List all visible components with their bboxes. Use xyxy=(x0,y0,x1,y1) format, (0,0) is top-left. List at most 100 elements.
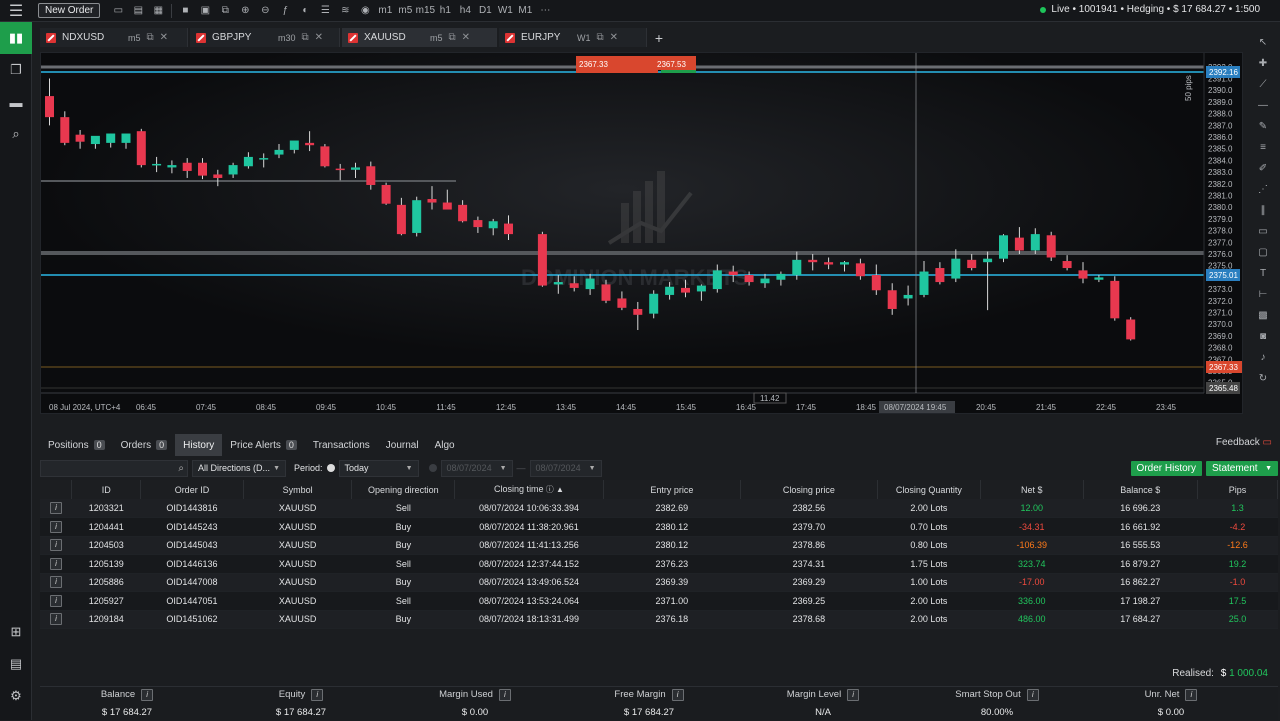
layout-icon[interactable]: ▤ xyxy=(128,1,148,21)
horizontal-line-icon[interactable]: — xyxy=(1250,95,1276,116)
timeframe-mn1-icon[interactable]: M1 xyxy=(515,1,535,21)
tab-algo[interactable]: Algo xyxy=(427,434,463,456)
chart-tab-xauusd[interactable]: XAUUSD m5 ⧉ ✕ xyxy=(342,28,497,47)
add-tab-icon[interactable]: + xyxy=(649,28,669,47)
close-icon[interactable]: ✕ xyxy=(315,32,323,43)
column-header[interactable]: Balance $ xyxy=(1083,480,1198,499)
channel-icon[interactable]: ∥ xyxy=(1250,200,1276,221)
info-icon[interactable]: i xyxy=(498,689,511,701)
color-theme-icon[interactable]: ◐ xyxy=(295,1,315,21)
tab-transactions[interactable]: Transactions xyxy=(305,434,378,456)
pattern-icon[interactable]: ⋰ xyxy=(1250,179,1276,200)
tab-history[interactable]: History xyxy=(175,434,223,456)
column-header[interactable]: Closing time ⓘ ▲ xyxy=(454,480,604,499)
tab-orders[interactable]: Orders 0 xyxy=(113,434,176,456)
table-row[interactable]: i 1205139 OID1446136 XAUUSD Sell 08/07/2024 1… xyxy=(40,554,1278,574)
settings-gear-icon[interactable]: ⚙ xyxy=(0,680,32,712)
info-icon[interactable]: i xyxy=(141,689,154,701)
table-row[interactable]: i 1204441 OID1445243 XAUUSD Buy 08/07/2024 11… xyxy=(40,517,1278,537)
copy-icon[interactable]: ❐ xyxy=(0,54,32,86)
timeframe-d1-icon[interactable]: D1 xyxy=(475,1,495,21)
multi-chart-icon[interactable]: ▣ xyxy=(195,1,215,21)
crosshair-icon[interactable]: ✚ xyxy=(1250,53,1276,74)
close-icon[interactable]: ✕ xyxy=(160,32,168,43)
info-icon[interactable]: i xyxy=(49,576,62,589)
table-row[interactable]: i 1204503 OID1445043 XAUUSD Buy 08/07/2024 11… xyxy=(40,536,1278,555)
search-input[interactable]: ⌕ xyxy=(40,459,188,477)
price-chart[interactable]: DOMINION MARKETS 2392.02391.02390.02389.… xyxy=(40,52,1244,428)
column-header[interactable]: ID xyxy=(71,480,142,499)
tab-price-alerts[interactable]: Price Alerts 0 xyxy=(222,434,305,456)
column-header[interactable]: Opening direction xyxy=(351,480,456,499)
text-icon[interactable]: T xyxy=(1250,263,1276,284)
order-history-button[interactable]: Order History xyxy=(1130,460,1202,476)
tab-timeframe[interactable]: m5 xyxy=(128,33,141,43)
info-icon[interactable]: i xyxy=(847,689,860,701)
tab-journal[interactable]: Journal xyxy=(378,434,427,456)
column-header[interactable]: Entry price xyxy=(603,480,741,499)
column-header[interactable]: Closing price xyxy=(740,480,878,499)
info-icon[interactable]: i xyxy=(1026,689,1039,701)
timeframe-m15-icon[interactable]: m15 xyxy=(415,1,435,21)
column-header[interactable]: Order ID xyxy=(140,480,244,499)
direction-select[interactable]: All Directions (D... ▼ xyxy=(192,459,286,477)
pencil-icon[interactable]: ✎ xyxy=(1250,116,1276,137)
info-icon[interactable]: i xyxy=(1185,689,1198,701)
date-from-select[interactable]: 08/07/2024 ▼ xyxy=(440,459,513,477)
timeframe-m1-icon[interactable]: m1 xyxy=(375,1,395,21)
measure-icon[interactable]: ⊢ xyxy=(1250,284,1276,305)
popout-icon[interactable]: ⧉ xyxy=(449,32,456,43)
briefcase-icon[interactable]: ▬ xyxy=(0,86,32,118)
hamburger-menu-icon[interactable]: ☰ xyxy=(0,0,32,22)
info-icon[interactable]: i xyxy=(49,539,62,552)
new-order-button[interactable]: New Order xyxy=(38,3,101,18)
chart-tab-gbpjpy[interactable]: GBPJPY m30 ⧉ ✕ xyxy=(190,28,340,47)
wallet-icon[interactable]: ▤ xyxy=(0,648,32,680)
table-row[interactable]: i 1209184 OID1451062 XAUUSD Buy 08/07/2024 18… xyxy=(40,610,1278,629)
bell-icon[interactable]: ♪ xyxy=(1250,347,1276,368)
camera-icon[interactable]: ◙ xyxy=(1250,326,1276,347)
column-header[interactable]: Closing Quantity xyxy=(877,480,981,499)
info-icon[interactable]: i xyxy=(49,594,62,607)
period-select[interactable]: Today ▼ xyxy=(338,459,419,477)
info-icon[interactable]: i xyxy=(49,520,62,533)
table-row[interactable]: i 1203321 OID1443816 XAUUSD Sell 08/07/2024 1… xyxy=(40,499,1278,518)
comment-icon[interactable]: ▢ xyxy=(1250,242,1276,263)
unpin-icon[interactable] xyxy=(505,32,515,43)
unpin-icon[interactable] xyxy=(348,32,358,43)
info-icon[interactable]: i xyxy=(671,689,684,701)
unpin-icon[interactable] xyxy=(196,32,206,43)
column-header[interactable]: Symbol xyxy=(243,480,353,499)
info-icon[interactable]: i xyxy=(49,613,62,626)
single-chart-icon[interactable]: ■ xyxy=(175,1,195,21)
timeframe-w1-icon[interactable]: W1 xyxy=(495,1,515,21)
period-radio[interactable]: Period: xyxy=(294,463,335,473)
unpin-icon[interactable] xyxy=(46,32,56,43)
table-row[interactable]: i 1205927 OID1447051 XAUUSD Sell 08/07/2024 1… xyxy=(40,591,1278,611)
popout-icon[interactable]: ⧉ xyxy=(147,32,154,43)
analyze-search-icon[interactable]: ⌕ xyxy=(0,118,32,150)
popout-icon[interactable]: ⧉ xyxy=(597,32,604,43)
trendline-icon[interactable]: ⟋ xyxy=(1250,74,1276,95)
fibonacci-icon[interactable]: ≡ xyxy=(1250,137,1276,158)
chart-tab-eurjpy[interactable]: EURJPY W1 ⧉ ✕ xyxy=(499,28,647,47)
account-status[interactable]: Live • 1001941 • Hedging • $ 17 684.27 •… xyxy=(1040,4,1260,15)
tab-timeframe[interactable]: m5 xyxy=(430,33,443,43)
date-range-radio[interactable] xyxy=(428,464,437,472)
transfer-icon[interactable]: ⊞ xyxy=(0,616,32,648)
chart-tab-ndxusd[interactable]: NDXUSD m5 ⧉ ✕ xyxy=(40,28,188,47)
indicator-icon[interactable]: ƒ xyxy=(275,1,295,21)
candlestick-chart[interactable]: DOMINION MARKETS 2392.02391.02390.02389.… xyxy=(41,53,1244,428)
feedback-link[interactable]: Feedback ▭ xyxy=(1216,437,1272,448)
close-icon[interactable]: ✕ xyxy=(462,32,470,43)
eye-icon[interactable]: ◉ xyxy=(355,1,375,21)
tab-timeframe[interactable]: m30 xyxy=(278,33,296,43)
timeframe-m5-icon[interactable]: m5 xyxy=(395,1,415,21)
column-header[interactable]: Net $ xyxy=(980,480,1084,499)
brush-icon[interactable]: ✐ xyxy=(1250,158,1276,179)
info-icon[interactable]: i xyxy=(49,557,62,570)
template-icon[interactable]: ☰ xyxy=(315,1,335,21)
zoom-in-icon[interactable]: ⊕ xyxy=(235,1,255,21)
grid-layout-icon[interactable]: ▦ xyxy=(148,1,168,21)
cursor-icon[interactable]: ↖ xyxy=(1250,32,1276,53)
